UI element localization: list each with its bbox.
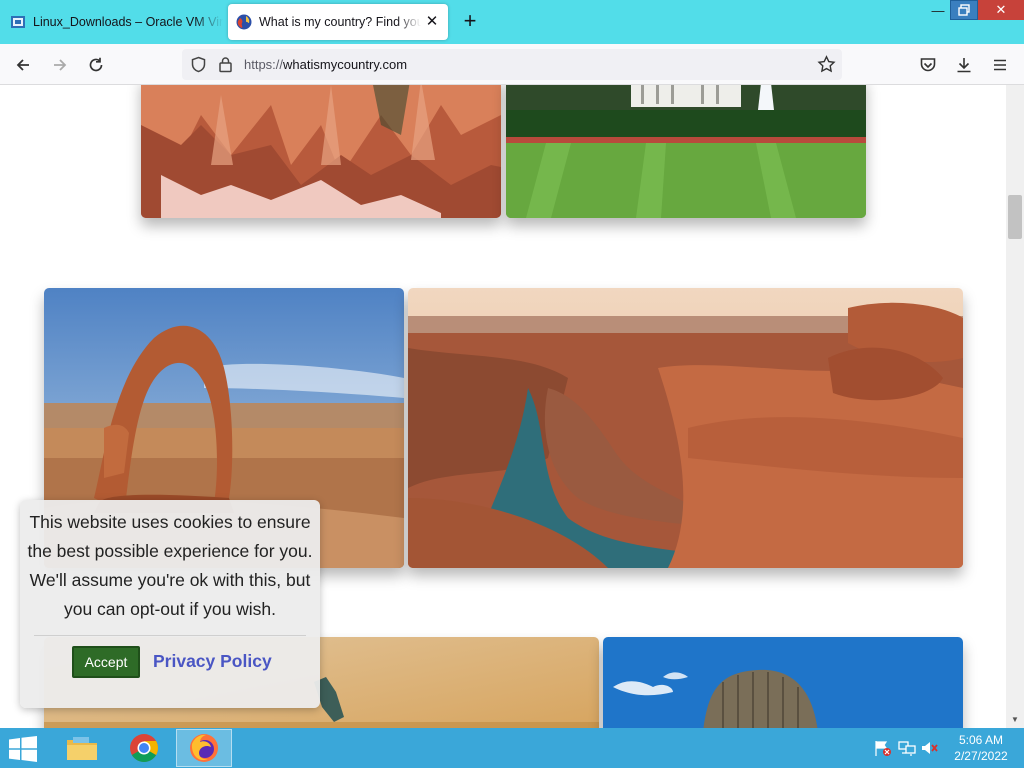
file-explorer-icon <box>67 737 97 760</box>
white-house-image <box>506 85 866 218</box>
forward-button[interactable] <box>47 52 73 78</box>
photo-white-house[interactable] <box>506 85 866 218</box>
url-text[interactable]: https://whatismycountry.com <box>244 57 407 72</box>
navigation-toolbar: https://whatismycountry.com <box>0 44 1024 85</box>
action-center-flag-icon[interactable] <box>874 740 892 756</box>
tab-title: What is my country? Find your country <box>259 15 421 29</box>
bookmark-star-icon[interactable] <box>817 55 836 74</box>
scrollbar-thumb[interactable] <box>1008 195 1022 239</box>
privacy-policy-link[interactable]: Privacy Policy <box>153 651 272 672</box>
download-icon <box>957 58 971 73</box>
page-content[interactable]: This website uses cookies to ensure the … <box>0 85 1006 728</box>
close-tab-icon[interactable]: ✕ <box>424 14 440 30</box>
pocket-button[interactable] <box>915 52 941 78</box>
virtualbox-icon <box>11 16 25 28</box>
pocket-icon <box>920 58 936 72</box>
url-scheme: https:// <box>244 57 284 72</box>
menu-button[interactable] <box>987 52 1013 78</box>
network-icon[interactable] <box>898 740 916 756</box>
new-tab-button[interactable]: + <box>458 10 482 34</box>
horseshoe-bend-image <box>408 288 963 568</box>
devils-tower-image <box>603 637 963 728</box>
arrow-right-icon <box>54 59 67 71</box>
volume-muted-icon[interactable] <box>921 740 939 756</box>
lock-icon[interactable] <box>218 56 233 73</box>
cookie-divider <box>34 635 306 636</box>
accept-cookies-button[interactable]: Accept <box>72 646 140 678</box>
cookie-consent-banner: This website uses cookies to ensure the … <box>20 500 320 708</box>
tab-virtualbox[interactable]: Linux_Downloads – Oracle VM VirtualBox <box>0 4 224 40</box>
photo-devils-tower[interactable] <box>603 637 963 728</box>
reload-button[interactable] <box>83 52 109 78</box>
hamburger-menu-icon <box>994 59 1006 71</box>
restore-button[interactable] <box>950 0 978 20</box>
reload-icon <box>89 57 103 72</box>
back-button[interactable] <box>10 52 36 78</box>
close-window-button[interactable]: ✕ <box>978 0 1024 20</box>
tab-title: Linux_Downloads – Oracle VM VirtualBox <box>33 15 223 29</box>
url-host: whatismycountry.com <box>283 57 408 72</box>
scroll-down-arrow-icon[interactable]: ▼ <box>1006 712 1024 728</box>
restore-icon <box>958 4 970 16</box>
globe-icon <box>236 14 252 30</box>
clock-date: 2/27/2022 <box>954 749 1008 763</box>
downloads-button[interactable] <box>951 52 977 78</box>
minimize-button[interactable]: — <box>924 0 952 20</box>
photo-horseshoe-bend[interactable] <box>408 288 963 568</box>
windows-taskbar: 5:06 AM 2/27/2022 <box>0 728 1024 768</box>
arrow-left-icon <box>16 59 29 71</box>
tab-strip: Linux_Downloads – Oracle VM VirtualBox W… <box>0 0 1024 44</box>
photo-bryce-canyon[interactable] <box>141 85 501 218</box>
system-clock[interactable]: 5:06 AM 2/27/2022 <box>948 732 1014 764</box>
canyon-image <box>141 85 501 218</box>
cookie-message: This website uses cookies to ensure the … <box>27 512 313 619</box>
taskbar-file-explorer[interactable] <box>54 729 110 767</box>
chrome-icon <box>130 734 158 762</box>
taskbar-chrome[interactable] <box>116 729 172 767</box>
clock-time: 5:06 AM <box>958 733 1004 747</box>
firefox-icon <box>190 734 218 762</box>
windows-start-icon[interactable] <box>8 736 38 762</box>
vertical-scrollbar[interactable] <box>1006 85 1024 728</box>
address-bar[interactable]: https://whatismycountry.com <box>182 49 842 80</box>
taskbar-firefox[interactable] <box>176 729 232 767</box>
shield-icon[interactable] <box>190 56 207 73</box>
tab-whatismycountry[interactable]: What is my country? Find your country ✕ <box>228 4 448 40</box>
